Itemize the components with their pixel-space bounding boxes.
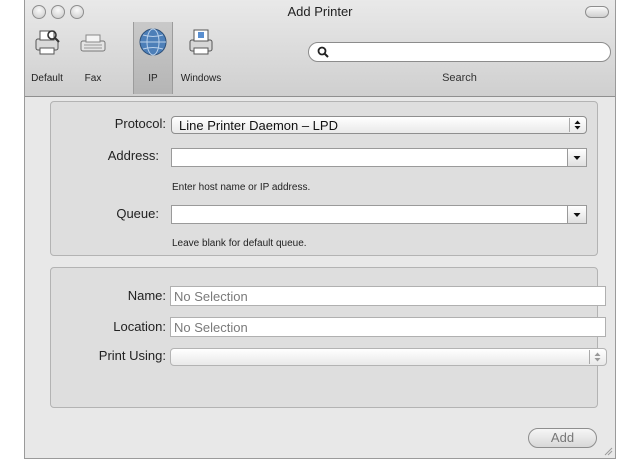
protocol-label: Protocol: xyxy=(114,116,166,131)
name-label: Name: xyxy=(127,288,166,303)
windows-printer-icon xyxy=(189,29,213,55)
queue-combo[interactable] xyxy=(171,205,587,224)
print-using-label: Print Using: xyxy=(98,348,166,363)
protocol-popup[interactable]: Line Printer Daemon – LPD xyxy=(171,116,587,134)
name-field[interactable]: No Selection xyxy=(170,286,606,306)
chevron-down-icon xyxy=(573,156,581,160)
toolbar-default[interactable]: Default xyxy=(25,22,69,94)
connection-group: Protocol: Line Printer Daemon – LPD Addr… xyxy=(50,101,598,256)
printer-details-group: Name: No Selection Location: No Selectio… xyxy=(50,267,607,408)
globe-icon xyxy=(139,28,167,56)
toolbar-fax-label: Fax xyxy=(84,73,102,84)
protocol-value: Line Printer Daemon – LPD xyxy=(179,118,338,133)
toolbar-windows[interactable]: Windows xyxy=(173,22,229,94)
search-label: Search xyxy=(442,72,477,84)
add-printer-window: Add Printer Default Fax IP Windows Searc… xyxy=(24,0,616,459)
address-label: Address: xyxy=(107,148,159,163)
updown-arrows-icon xyxy=(589,350,605,364)
address-hint: Enter host name or IP address. xyxy=(172,182,311,193)
updown-arrows-icon xyxy=(569,118,585,132)
toolbar-ip[interactable]: IP xyxy=(133,22,173,94)
address-input[interactable] xyxy=(175,150,564,167)
location-label: Location: xyxy=(113,319,166,334)
toolbar-windows-label: Windows xyxy=(180,73,222,84)
toolbar-fax[interactable]: Fax xyxy=(75,22,111,94)
toolbar-ip-label: IP xyxy=(148,73,158,84)
location-field[interactable]: No Selection xyxy=(170,317,606,337)
address-dropdown-button[interactable] xyxy=(567,149,586,166)
window-title: Add Printer xyxy=(287,4,353,19)
queue-dropdown-button[interactable] xyxy=(567,206,586,223)
add-button[interactable]: Add xyxy=(528,428,597,448)
queue-input[interactable] xyxy=(175,207,564,224)
search-field[interactable] xyxy=(308,42,611,62)
fax-icon xyxy=(80,34,106,52)
toolbar-toggle-button[interactable] xyxy=(585,6,609,18)
search-icon xyxy=(317,46,329,58)
queue-hint: Leave blank for default queue. xyxy=(172,238,307,249)
printer-default-icon xyxy=(35,30,60,55)
resize-grip-icon[interactable] xyxy=(603,446,613,456)
address-combo[interactable] xyxy=(171,148,587,167)
queue-label: Queue: xyxy=(116,206,159,221)
title-toolbar: Add Printer Default Fax IP Windows Searc… xyxy=(25,0,615,97)
chevron-down-icon xyxy=(573,213,581,217)
print-using-popup[interactable] xyxy=(170,348,607,366)
toolbar-default-label: Default xyxy=(31,73,63,84)
search-input[interactable] xyxy=(335,44,599,62)
